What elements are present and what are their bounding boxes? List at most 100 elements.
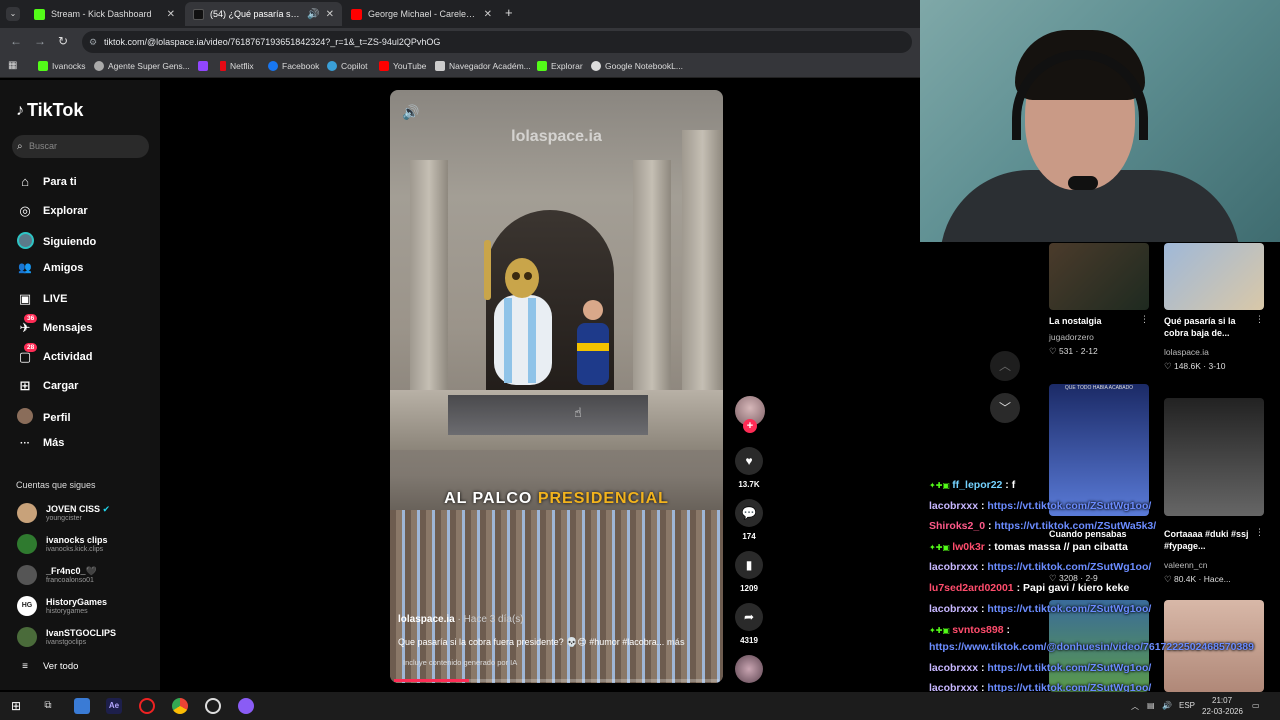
tab-youtube[interactable]: George Michael - Careless Whi ✕ bbox=[343, 2, 500, 26]
chrome-icon[interactable] bbox=[172, 698, 188, 714]
close-icon[interactable]: ✕ bbox=[326, 9, 334, 20]
back-icon[interactable]: ← bbox=[10, 34, 22, 48]
previous-video-button[interactable]: ︿ bbox=[990, 351, 1020, 381]
chat-username[interactable]: lacobrxxx bbox=[929, 603, 978, 615]
bookmark-facebook[interactable]: Facebook bbox=[268, 61, 319, 71]
nav-mas[interactable]: ··· Más bbox=[16, 437, 64, 449]
volume-icon[interactable]: 🔊 bbox=[402, 104, 419, 121]
more-link[interactable]: más bbox=[667, 637, 685, 647]
like-button[interactable]: ♥ 13.7K bbox=[735, 447, 763, 489]
related-thumbnail[interactable] bbox=[1164, 398, 1264, 516]
obs-icon[interactable] bbox=[205, 698, 221, 714]
chat-username[interactable]: lu7sed2ard02001 bbox=[929, 582, 1014, 594]
nav-para-ti[interactable]: ⌂ Para ti bbox=[16, 174, 77, 189]
nav-perfil[interactable]: Perfil bbox=[16, 408, 71, 427]
share-button[interactable]: ➦ 4319 bbox=[735, 603, 763, 645]
chat-username[interactable]: lacobrxxx bbox=[929, 500, 978, 512]
more-options-icon[interactable]: ⋮ bbox=[1255, 527, 1264, 538]
windows-start-icon[interactable]: ⊞ bbox=[8, 698, 24, 714]
chat-link[interactable]: https://vt.tiktok.com/ZSutWg1oo/ bbox=[987, 500, 1151, 512]
related-title[interactable]: La nostalgia bbox=[1049, 315, 1141, 327]
volume-icon[interactable]: 🔊 bbox=[1162, 701, 1172, 710]
see-all-link[interactable]: ≡ Ver todo bbox=[16, 661, 78, 672]
chat-link[interactable]: https://vt.tiktok.com/ZSutWg1oo/ bbox=[987, 561, 1151, 573]
tiktok-logo[interactable]: ♪ TikTok bbox=[16, 100, 83, 121]
nav-siguiendo[interactable]: Siguiendo bbox=[16, 232, 96, 252]
close-icon[interactable]: ✕ bbox=[484, 9, 492, 20]
opera-icon[interactable] bbox=[139, 698, 155, 714]
following-account[interactable]: _Fr4nc0_🖤 francoalonso01 bbox=[17, 565, 97, 585]
following-account[interactable]: JOVEN CISS ✔ youngcister bbox=[17, 503, 110, 523]
related-thumbnail[interactable] bbox=[1049, 243, 1149, 310]
following-account[interactable]: HG HistoryGames historygames bbox=[17, 596, 107, 616]
tab-kick-dashboard[interactable]: Stream - Kick Dashboard ✕ bbox=[26, 2, 183, 26]
more-options-icon[interactable]: ⋮ bbox=[1255, 314, 1264, 325]
nav-cargar[interactable]: ⊞ Cargar bbox=[16, 378, 79, 394]
bookmark-explorar[interactable]: Explorar bbox=[537, 61, 583, 71]
chat-link[interactable]: https://vt.tiktok.com/ZSutWg1oo/ bbox=[987, 603, 1151, 615]
related-author[interactable]: lolaspace.ia bbox=[1164, 347, 1209, 357]
video-player[interactable]: lolaspace.ia AL PALCO PRESIDENCIAL 🔊 lol… bbox=[390, 90, 723, 683]
chat-username[interactable]: Shiroks2_0 bbox=[929, 520, 985, 532]
following-account[interactable]: IvanSTGOCLIPS ivanstgoclips bbox=[17, 627, 116, 647]
bookmark-notebooklm[interactable]: Google NotebookL... bbox=[591, 61, 683, 71]
nav-mensajes[interactable]: ✈ 36 Mensajes bbox=[16, 314, 93, 336]
nav-amigos[interactable]: 👥 Amigos bbox=[16, 261, 83, 275]
chat-link[interactable]: https://vt.tiktok.com/ZSutWa5k3/ bbox=[994, 520, 1156, 532]
related-author[interactable]: jugadorzero bbox=[1049, 332, 1094, 342]
video-progress-bar[interactable] bbox=[394, 679, 719, 682]
bookmark-copilot[interactable]: Copilot bbox=[327, 61, 367, 71]
related-author[interactable]: valeenn_cn bbox=[1164, 560, 1207, 570]
file-explorer-icon[interactable] bbox=[74, 698, 90, 714]
tab-tiktok[interactable]: (54) ¿Qué pasaría si la cobra 🔊 ✕ bbox=[185, 2, 342, 26]
bookmark-netflix[interactable]: Netflix bbox=[220, 61, 254, 71]
nav-explorar[interactable]: ◎ Explorar bbox=[16, 203, 87, 219]
comment-button[interactable]: 💬 174 bbox=[735, 499, 763, 541]
language-indicator[interactable]: ESP bbox=[1179, 701, 1195, 710]
search-input[interactable]: ⌕ Buscar bbox=[12, 135, 149, 158]
related-thumbnail[interactable] bbox=[1049, 384, 1149, 516]
bookmark-agente[interactable]: Agente Super Gens... bbox=[94, 61, 190, 71]
bookmark-navegador[interactable]: Navegador Académ... bbox=[435, 61, 531, 71]
video-author[interactable]: lolaspace.ia · Hace 3 día(s) bbox=[398, 614, 524, 625]
forward-icon[interactable]: → bbox=[34, 34, 46, 48]
follow-button[interactable]: + bbox=[743, 419, 757, 433]
progress-fill bbox=[394, 679, 469, 682]
chat-link[interactable]: https://vt.tiktok.com/ZSutWg1oo/ bbox=[987, 662, 1151, 674]
nav-actividad[interactable]: ▢ 28 Actividad bbox=[16, 343, 93, 365]
after-effects-icon[interactable]: Ae bbox=[106, 698, 122, 714]
apps-grid-icon[interactable]: ▦ bbox=[8, 60, 17, 71]
site-info-icon[interactable]: ⚙ bbox=[89, 31, 97, 53]
chat-username[interactable]: lacobrxxx bbox=[929, 561, 978, 573]
nav-live[interactable]: ▣ LIVE bbox=[16, 291, 68, 307]
new-tab-button[interactable]: + bbox=[505, 5, 513, 20]
close-icon[interactable]: ✕ bbox=[167, 9, 175, 20]
clock-time[interactable]: 21:07 bbox=[1212, 696, 1232, 705]
related-thumbnail[interactable] bbox=[1164, 243, 1264, 310]
next-video-button[interactable]: ﹀ bbox=[990, 393, 1020, 423]
more-options-icon[interactable]: ⋮ bbox=[1140, 314, 1149, 325]
speaker-icon[interactable]: 🔊 bbox=[307, 9, 319, 20]
music-disc[interactable] bbox=[735, 655, 763, 683]
reload-icon[interactable]: ↻ bbox=[58, 34, 68, 48]
chat-link[interactable]: https://www.tiktok.com/@donhuesin/video/… bbox=[929, 641, 1254, 653]
url-field[interactable]: ⚙ tiktok.com/@lolaspace.ia/video/7618767… bbox=[82, 31, 912, 53]
discord-icon[interactable] bbox=[238, 698, 254, 714]
notifications-icon[interactable]: ▭ bbox=[1252, 701, 1260, 710]
following-account[interactable]: ivanocks clips ivanocks.kick.clips bbox=[17, 534, 108, 554]
clock-date[interactable]: 22-03-2026 bbox=[1202, 707, 1243, 716]
bookmark-ivanocks[interactable]: Ivanocks bbox=[38, 61, 86, 71]
bookmark-youtube[interactable]: YouTube bbox=[379, 61, 426, 71]
chat-username[interactable]: lacobrxxx bbox=[929, 662, 978, 674]
related-title[interactable]: Qué pasaría si la cobra baja de... bbox=[1164, 315, 1256, 339]
save-button[interactable]: ▮ 1209 bbox=[735, 551, 763, 593]
bookmark-twitch[interactable] bbox=[198, 61, 212, 71]
task-view-icon[interactable]: ⧉ bbox=[40, 698, 56, 714]
chat-username[interactable]: ff_lepor22 bbox=[952, 479, 1002, 491]
tray-chevron-icon[interactable]: ︿ bbox=[1131, 701, 1139, 712]
tab-search-button[interactable]: ⌄ bbox=[6, 7, 20, 21]
chat-username[interactable]: lw0k3r bbox=[952, 541, 985, 553]
chat-username[interactable]: svntos898 bbox=[952, 624, 1003, 636]
related-title[interactable]: Cortaaaa #duki #ssj #fypage... bbox=[1164, 528, 1256, 552]
network-icon[interactable]: ▤ bbox=[1147, 701, 1155, 710]
